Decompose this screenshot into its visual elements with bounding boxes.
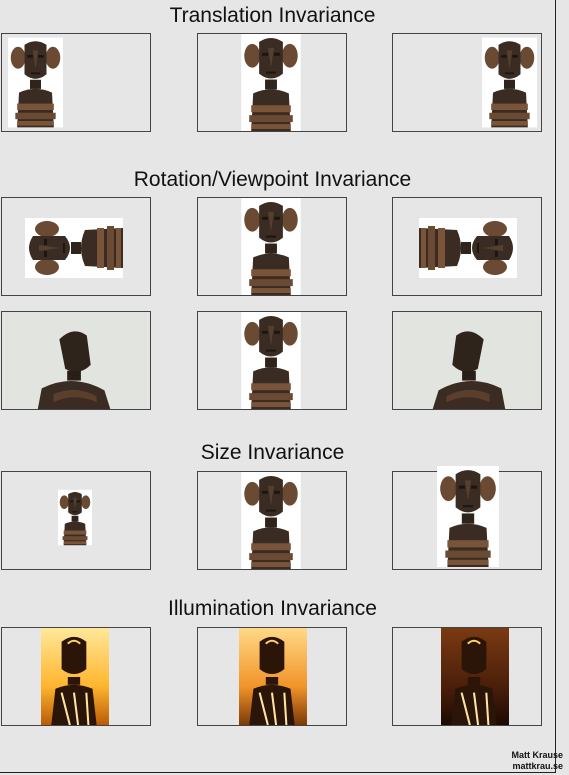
statue-photo bbox=[482, 34, 537, 131]
statue-photo-side bbox=[2, 312, 150, 409]
rotation-frame-right bbox=[392, 197, 542, 296]
viewpoint-frame-center bbox=[197, 311, 347, 410]
illumination-frame-dark bbox=[392, 627, 542, 726]
translation-heading: Translation Invariance bbox=[169, 4, 376, 27]
statue-photo-backlit bbox=[441, 628, 509, 725]
statue-photo bbox=[241, 34, 301, 131]
size-frame-small bbox=[1, 471, 151, 570]
statue-photo-rotated bbox=[24, 218, 124, 278]
size-frame-large bbox=[392, 471, 542, 570]
viewpoint-frame-right bbox=[392, 311, 542, 410]
statue-photo-backlit bbox=[239, 628, 307, 725]
size-heading: Size Invariance bbox=[200, 441, 345, 464]
rotation-heading: Rotation/Viewpoint Invariance bbox=[133, 168, 412, 191]
statue-photo-small bbox=[58, 489, 92, 546]
statue-photo bbox=[241, 198, 301, 295]
translation-frame-left bbox=[1, 33, 151, 132]
illumination-heading: Illumination Invariance bbox=[168, 597, 377, 620]
credit-site: mattkrau.se bbox=[512, 761, 563, 771]
statue-photo-rotated bbox=[418, 218, 518, 278]
statue-photo bbox=[241, 312, 301, 409]
illumination-frame-warm bbox=[197, 627, 347, 726]
illumination-frame-bright bbox=[1, 627, 151, 726]
size-frame-medium bbox=[197, 471, 347, 570]
rotation-frame-left bbox=[1, 197, 151, 296]
rotation-frame-center bbox=[197, 197, 347, 296]
translation-frame-center bbox=[197, 33, 347, 132]
translation-frame-right bbox=[392, 33, 542, 132]
statue-photo bbox=[8, 34, 63, 131]
statue-photo-large bbox=[422, 466, 514, 567]
viewpoint-frame-left bbox=[1, 311, 151, 410]
statue-photo-side bbox=[393, 312, 541, 409]
credit-name: Matt Krause bbox=[511, 750, 563, 760]
statue-photo-medium bbox=[241, 472, 301, 569]
statue-photo-backlit bbox=[41, 628, 109, 725]
